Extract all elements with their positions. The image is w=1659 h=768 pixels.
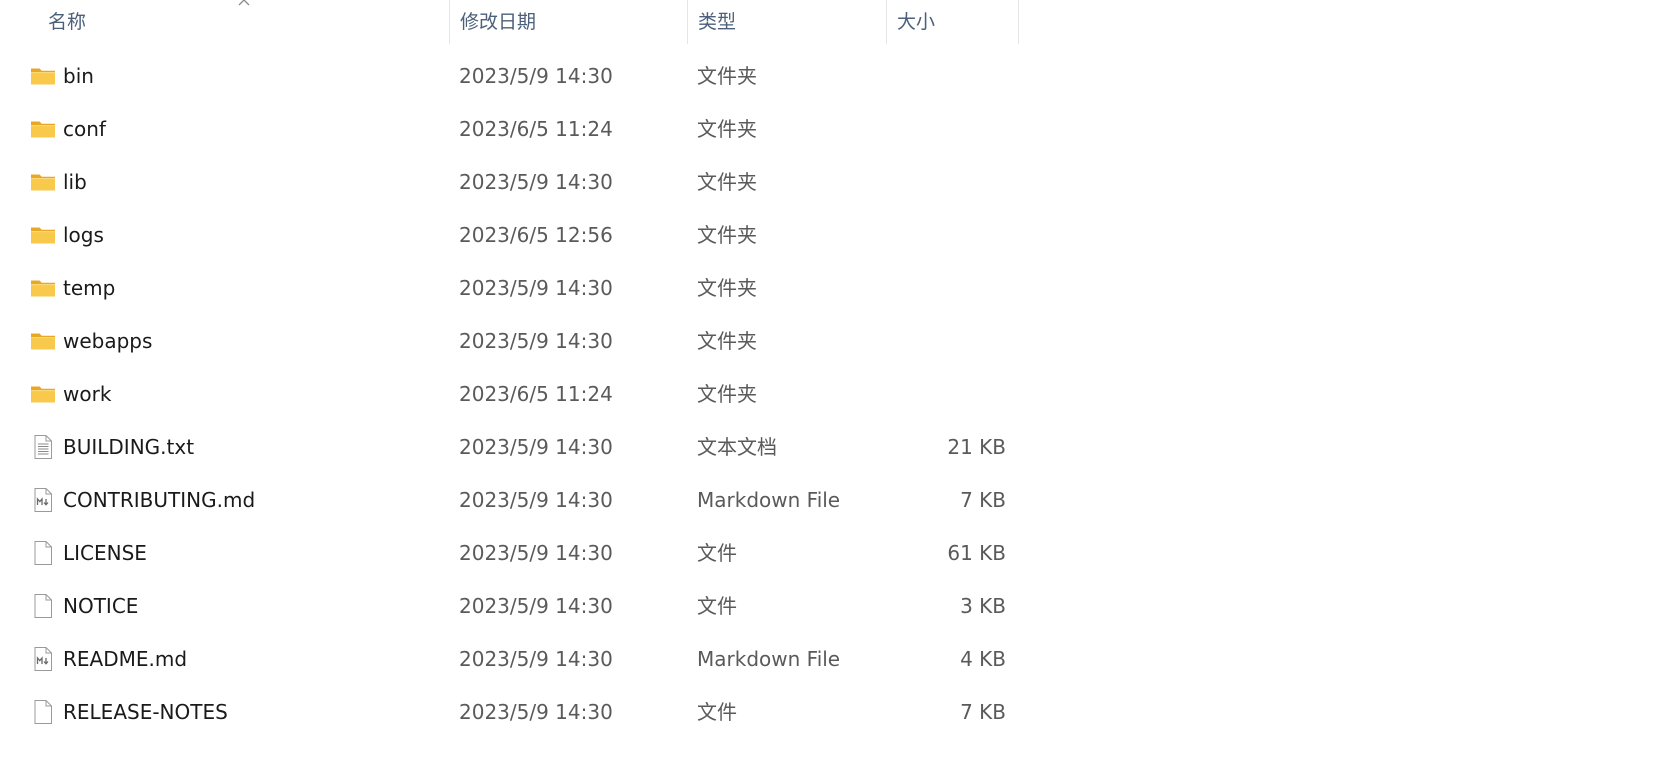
- file-type: 文件夹: [697, 170, 757, 194]
- file-row-webapps[interactable]: webapps 2023/5/9 14:30 文件夹: [0, 315, 1019, 368]
- file-date-modified: 2023/5/9 14:30: [459, 488, 613, 512]
- file-size: 7 KB: [960, 488, 1006, 512]
- file-size: 4 KB: [960, 647, 1006, 671]
- file-name: lib: [63, 170, 87, 194]
- folder-icon: [30, 328, 56, 354]
- file-size: [886, 368, 1006, 421]
- file-size: [886, 50, 1006, 103]
- file-size: 61 KB: [947, 541, 1006, 565]
- file-type: 文本文档: [697, 435, 777, 459]
- file-size: [886, 262, 1006, 315]
- file-size: 21 KB: [947, 435, 1006, 459]
- file-date-modified: 2023/5/9 14:30: [459, 647, 613, 671]
- file-name: CONTRIBUTING.md: [63, 488, 256, 512]
- file-date-modified: 2023/6/5 12:56: [459, 223, 613, 247]
- file-row-temp[interactable]: temp 2023/5/9 14:30 文件夹: [0, 262, 1019, 315]
- file-name: logs: [63, 223, 104, 247]
- file-row-building-txt[interactable]: BUILDING.txt 2023/5/9 14:30 文本文档 21 KB: [0, 421, 1019, 474]
- file-size: [886, 103, 1006, 156]
- file-type: 文件: [697, 700, 737, 724]
- file-date-modified: 2023/5/9 14:30: [459, 541, 613, 565]
- column-header-type[interactable]: 类型: [687, 0, 887, 44]
- markdown-file-icon: [30, 646, 56, 672]
- folder-icon: [30, 222, 56, 248]
- file-name: README.md: [63, 647, 188, 671]
- file-date-modified: 2023/6/5 11:24: [459, 382, 613, 406]
- file-name: work: [63, 382, 112, 406]
- file-date-modified: 2023/5/9 14:30: [459, 594, 613, 618]
- text-file-icon: [30, 434, 56, 460]
- file-name: LICENSE: [63, 541, 147, 565]
- file-date-modified: 2023/5/9 14:30: [459, 170, 613, 194]
- column-header-date-modified[interactable]: 修改日期: [449, 0, 688, 44]
- file-list: bin 2023/5/9 14:30 文件夹 conf 2023/6/5 11:24 文件…: [0, 50, 1659, 739]
- file-type: 文件: [697, 594, 737, 618]
- file-type: Markdown File: [697, 488, 841, 512]
- file-name: RELEASE-NOTES: [63, 700, 228, 724]
- file-type: 文件夹: [697, 276, 757, 300]
- file-name: conf: [63, 117, 106, 141]
- file-name: bin: [63, 64, 94, 88]
- file-date-modified: 2023/5/9 14:30: [459, 700, 613, 724]
- file-row-contributing-md[interactable]: CONTRIBUTING.md 2023/5/9 14:30 Markdown Fi…: [0, 474, 1019, 527]
- folder-icon: [30, 116, 56, 142]
- file-date-modified: 2023/6/5 11:24: [459, 117, 613, 141]
- file-date-modified: 2023/5/9 14:30: [459, 329, 613, 353]
- column-header-bar: 名称 修改日期 类型 大小: [0, 0, 1659, 44]
- file-type: 文件夹: [697, 382, 757, 406]
- file-name: NOTICE: [63, 594, 139, 618]
- folder-icon: [30, 169, 56, 195]
- file-icon: [30, 540, 56, 566]
- file-size: 7 KB: [960, 700, 1006, 724]
- file-row-release-notes[interactable]: RELEASE-NOTES 2023/5/9 14:30 文件 7 KB: [0, 686, 1019, 739]
- file-row-bin[interactable]: bin 2023/5/9 14:30 文件夹: [0, 50, 1019, 103]
- file-name: temp: [63, 276, 116, 300]
- file-size: [886, 315, 1006, 368]
- file-size: 3 KB: [960, 594, 1006, 618]
- file-icon: [30, 593, 56, 619]
- file-name: webapps: [63, 329, 153, 353]
- file-type: 文件夹: [697, 117, 757, 141]
- folder-icon: [30, 381, 56, 407]
- file-size: [886, 156, 1006, 209]
- file-row-readme-md[interactable]: README.md 2023/5/9 14:30 Markdown File 4 KB: [0, 633, 1019, 686]
- file-type: 文件: [697, 541, 737, 565]
- folder-icon: [30, 63, 56, 89]
- file-date-modified: 2023/5/9 14:30: [459, 64, 613, 88]
- markdown-file-icon: [30, 487, 56, 513]
- column-header-size[interactable]: 大小: [886, 0, 1019, 44]
- folder-icon: [30, 275, 56, 301]
- file-icon: [30, 699, 56, 725]
- column-header-name[interactable]: 名称: [38, 0, 450, 44]
- file-row-conf[interactable]: conf 2023/6/5 11:24 文件夹: [0, 103, 1019, 156]
- file-row-work[interactable]: work 2023/6/5 11:24 文件夹: [0, 368, 1019, 421]
- file-type: 文件夹: [697, 64, 757, 88]
- file-date-modified: 2023/5/9 14:30: [459, 276, 613, 300]
- file-type: 文件夹: [697, 329, 757, 353]
- file-size: [886, 209, 1006, 262]
- file-type: Markdown File: [697, 647, 841, 671]
- file-type: 文件夹: [697, 223, 757, 247]
- file-row-lib[interactable]: lib 2023/5/9 14:30 文件夹: [0, 156, 1019, 209]
- file-name: BUILDING.txt: [63, 435, 195, 459]
- file-date-modified: 2023/5/9 14:30: [459, 435, 613, 459]
- file-row-logs[interactable]: logs 2023/6/5 12:56 文件夹: [0, 209, 1019, 262]
- file-row-notice[interactable]: NOTICE 2023/5/9 14:30 文件 3 KB: [0, 580, 1019, 633]
- file-row-license[interactable]: LICENSE 2023/5/9 14:30 文件 61 KB: [0, 527, 1019, 580]
